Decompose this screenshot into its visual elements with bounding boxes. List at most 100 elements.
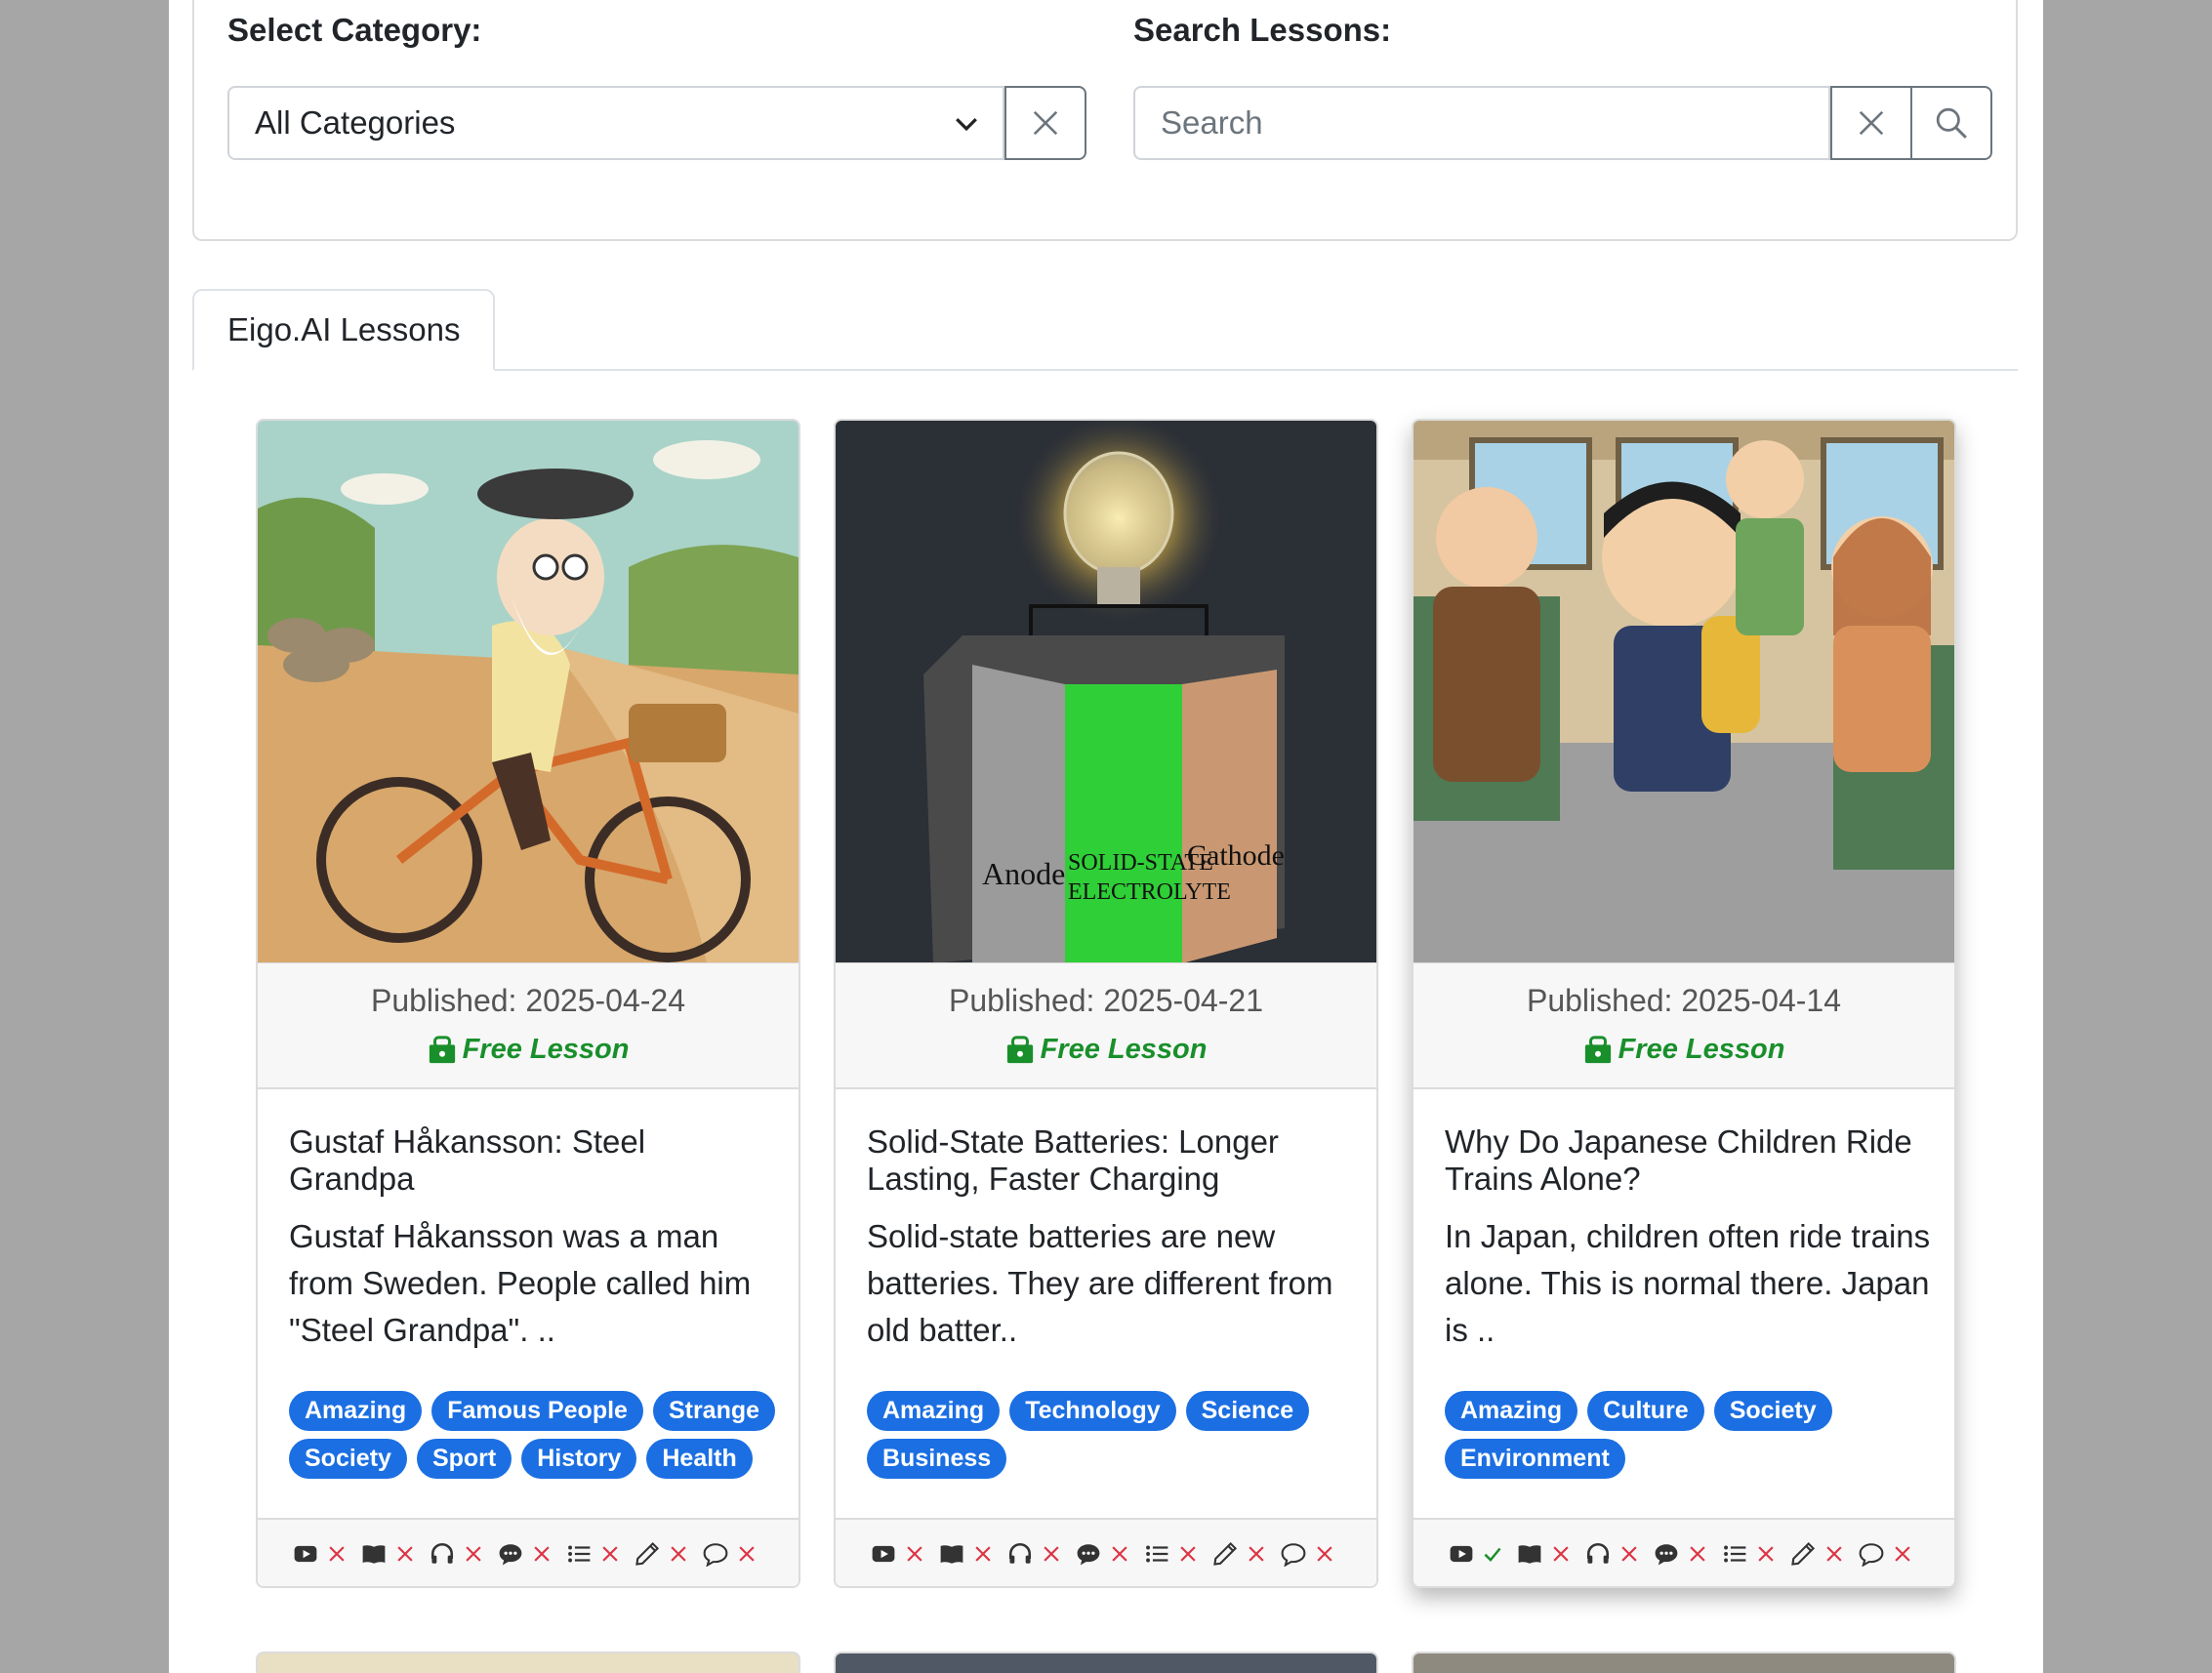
- train-illustration: [1413, 421, 1954, 962]
- lesson-meta: Published: 2025-04-21 Free Lesson: [836, 963, 1376, 1089]
- quiz-icon: [568, 1545, 591, 1563]
- gift-icon: [1584, 1035, 1611, 1063]
- writing-icon: [1213, 1541, 1238, 1566]
- cross-icon: [1826, 1546, 1842, 1562]
- reading-icon: [362, 1545, 386, 1564]
- cathode-label: Cathode: [1187, 839, 1285, 872]
- free-lesson-label: Free Lesson: [1040, 1034, 1208, 1065]
- cross-icon: [1044, 1546, 1059, 1562]
- search-input[interactable]: [1133, 86, 1830, 160]
- lesson-meta: Published: 2025-04-24 Free Lesson: [258, 963, 799, 1089]
- lesson-description: Solid-state batteries are new batteries.…: [867, 1218, 1333, 1348]
- cross-icon: [1621, 1546, 1637, 1562]
- cross-icon: [1758, 1546, 1774, 1562]
- lesson-thumbnail[interactable]: [1413, 421, 1954, 963]
- lesson-tabs: Eigo.AI Lessons: [192, 289, 2018, 371]
- battery-illustration: Anode SOLID-STATE ELECTROLYTE Cathode: [836, 421, 1376, 962]
- check-icon: [1484, 1547, 1501, 1563]
- video-icon: [294, 1545, 317, 1563]
- free-lesson-badge: Free Lesson: [1413, 1034, 1954, 1066]
- lesson-feature-bar: [836, 1518, 1376, 1586]
- cross-icon: [1180, 1546, 1196, 1562]
- tag[interactable]: Amazing: [289, 1391, 423, 1431]
- lesson-feature-bar: [258, 1518, 799, 1586]
- chat-icon: [1859, 1543, 1884, 1567]
- tag[interactable]: Culture: [1587, 1391, 1704, 1431]
- tab-eigo-ai-lessons[interactable]: Eigo.AI Lessons: [192, 289, 496, 371]
- free-lesson-badge: Free Lesson: [836, 1034, 1376, 1066]
- clear-search-button[interactable]: [1830, 86, 1912, 160]
- tag[interactable]: Science: [1185, 1391, 1310, 1431]
- gift-icon: [429, 1035, 455, 1063]
- cross-icon: [534, 1546, 550, 1562]
- lesson-description: Gustaf Håkansson was a man from Sweden. …: [289, 1218, 752, 1348]
- tag[interactable]: Sport: [416, 1439, 512, 1479]
- lesson-card[interactable]: Published: 2025-04-14 Free Lesson Why Do…: [1412, 419, 1956, 1588]
- tag[interactable]: Technology: [1009, 1391, 1176, 1431]
- clear-category-button[interactable]: [1004, 86, 1086, 160]
- category-label: Select Category:: [227, 12, 482, 48]
- tab-label: Eigo.AI Lessons: [227, 311, 461, 347]
- lesson-card-partial[interactable]: [834, 1652, 1378, 1673]
- cross-icon: [1317, 1546, 1332, 1562]
- published-date: Published: 2025-04-21: [948, 983, 1263, 1018]
- video-icon: [872, 1545, 895, 1563]
- category-select-value: All Categories: [255, 104, 456, 141]
- tag[interactable]: Amazing: [867, 1391, 1001, 1431]
- cross-icon: [1895, 1546, 1910, 1562]
- free-lesson-label: Free Lesson: [462, 1034, 630, 1065]
- cross-icon: [329, 1546, 345, 1562]
- category-select[interactable]: All Categories: [227, 86, 1004, 160]
- free-lesson-label: Free Lesson: [1618, 1034, 1785, 1065]
- tag-list: Amazing Famous People Strange Society Sp…: [289, 1391, 787, 1479]
- lesson-card-partial[interactable]: [1412, 1652, 1956, 1673]
- chat-icon: [703, 1543, 728, 1567]
- lesson-title[interactable]: Why Do Japanese Children Ride Trains Alo…: [1445, 1123, 1933, 1198]
- cross-icon: [602, 1546, 618, 1562]
- lesson-title[interactable]: Gustaf Håkansson: Steel Grandpa: [289, 1123, 777, 1198]
- lesson-thumbnail[interactable]: [258, 421, 799, 963]
- lesson-title[interactable]: Solid-State Batteries: Longer Lasting, F…: [867, 1123, 1355, 1198]
- tag[interactable]: Strange: [652, 1391, 776, 1431]
- lesson-feature-bar: [1413, 1518, 1954, 1586]
- lesson-description: In Japan, children often ride trains alo…: [1445, 1218, 1931, 1348]
- published-date: Published: 2025-04-24: [370, 983, 685, 1018]
- chat-icon: [1281, 1543, 1306, 1567]
- discussion-icon: [1077, 1544, 1100, 1566]
- lesson-thumbnail[interactable]: Anode SOLID-STATE ELECTROLYTE Cathode: [836, 421, 1376, 963]
- cross-icon: [671, 1546, 686, 1562]
- tag[interactable]: History: [521, 1439, 637, 1479]
- tag[interactable]: Famous People: [431, 1391, 643, 1431]
- quiz-icon: [1146, 1545, 1168, 1563]
- anode-label: Anode: [982, 856, 1065, 891]
- lesson-card[interactable]: Published: 2025-04-24 Free Lesson Gustaf…: [256, 419, 800, 1588]
- cross-icon: [1553, 1546, 1569, 1562]
- cross-icon: [975, 1546, 991, 1562]
- tag[interactable]: Health: [646, 1439, 753, 1479]
- listening-icon: [1008, 1542, 1032, 1564]
- cross-icon: [1249, 1546, 1264, 1562]
- cross-icon: [397, 1546, 413, 1562]
- reading-icon: [940, 1545, 963, 1564]
- published-date: Published: 2025-04-14: [1526, 983, 1841, 1018]
- tag[interactable]: Environment: [1445, 1439, 1625, 1479]
- tag[interactable]: Society: [1713, 1391, 1832, 1431]
- lesson-card[interactable]: Anode SOLID-STATE ELECTROLYTE Cathode Pu…: [834, 419, 1378, 1588]
- quiz-icon: [1724, 1545, 1746, 1563]
- search-icon: [1936, 107, 1967, 139]
- search-label: Search Lessons:: [1133, 12, 1392, 48]
- listening-icon: [1586, 1542, 1610, 1564]
- close-icon: [1859, 110, 1884, 136]
- close-icon: [1033, 110, 1058, 136]
- search-button[interactable]: [1910, 86, 1992, 160]
- free-lesson-badge: Free Lesson: [258, 1034, 799, 1066]
- tag[interactable]: Business: [867, 1439, 1007, 1479]
- tag[interactable]: Society: [289, 1439, 407, 1479]
- lesson-card-partial[interactable]: [256, 1652, 800, 1673]
- filter-panel: Select Category: All Categories Search L…: [192, 0, 2018, 241]
- tag[interactable]: Amazing: [1445, 1391, 1578, 1431]
- listening-icon: [430, 1542, 454, 1564]
- cross-icon: [466, 1546, 481, 1562]
- cross-icon: [907, 1546, 922, 1562]
- page: Select Category: All Categories Search L…: [169, 0, 2043, 1673]
